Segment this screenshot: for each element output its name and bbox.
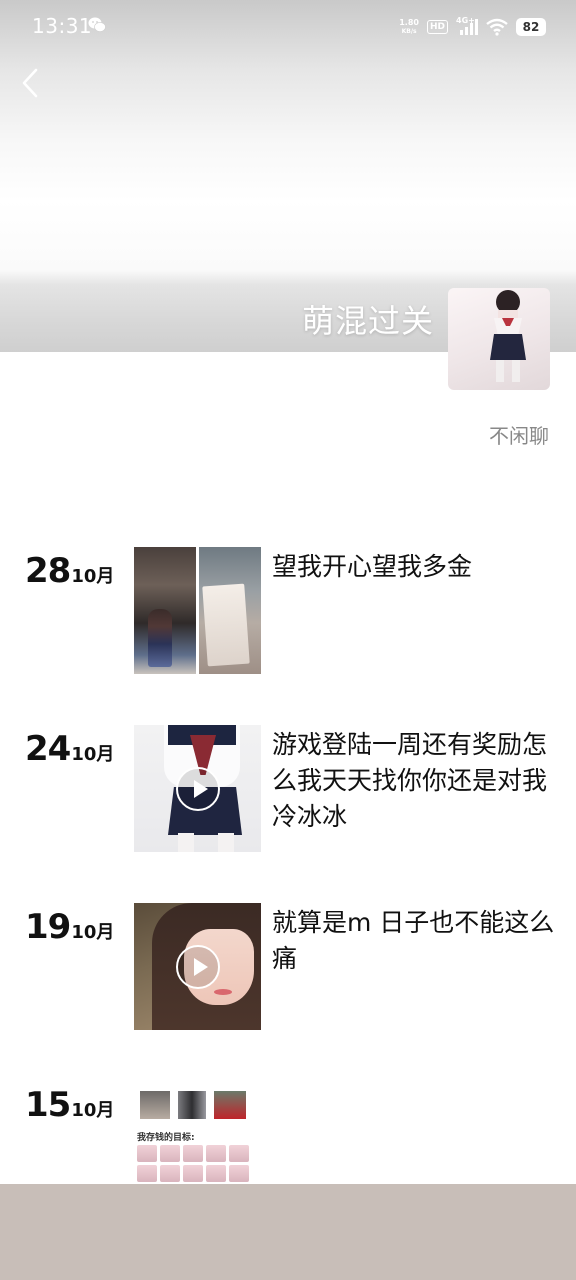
entry-thumbnail[interactable]	[134, 903, 261, 1030]
wifi-icon	[486, 18, 508, 36]
entry-thumbnail[interactable]	[134, 725, 261, 852]
wechat-notification-icon	[88, 17, 106, 32]
entry-date: 19 10月	[25, 907, 114, 947]
entry-thumbnail[interactable]	[134, 547, 261, 674]
image-caption: 我存钱的目标:	[137, 1133, 195, 1143]
play-icon[interactable]	[176, 767, 220, 811]
status-time: 13:31	[32, 14, 93, 38]
net-speed-value: 1.80	[399, 18, 419, 27]
entry-month: 10月	[71, 566, 115, 587]
moment-entry[interactable]: 19 10月 就算是m 日子也不能这么痛	[0, 903, 576, 1033]
entry-day: 15	[25, 1085, 71, 1125]
moment-entry[interactable]: 28 10月 望我开心望我多金	[0, 547, 576, 677]
moment-entry[interactable]: 24 10月 游戏登陆一周还有奖励怎么我天天找你你还是对我冷冰冰	[0, 725, 576, 855]
moments-album-page: 13:31 1.80 KB/s HD 4G+ 82 萌混过关 不闲聊 28 10…	[0, 0, 576, 1280]
chevron-left-icon	[22, 68, 38, 98]
status-bar: 13:31 1.80 KB/s HD 4G+ 82	[0, 0, 576, 54]
play-icon[interactable]	[176, 945, 220, 989]
entry-text: 望我开心望我多金	[272, 552, 473, 581]
entry-date: 15 10月	[25, 1085, 114, 1125]
bottom-overlay-left	[0, 1200, 240, 1280]
entry-date: 24 10月	[25, 729, 114, 769]
entry-day: 19	[25, 907, 71, 947]
entry-day: 28	[25, 551, 71, 591]
hd-badge: HD	[426, 20, 448, 34]
entry-month: 10月	[71, 922, 115, 943]
avatar[interactable]	[448, 288, 550, 390]
profile-signature: 不闲聊	[489, 424, 549, 448]
entry-text: 游戏登陆一周还有奖励怎么我天天找你你还是对我冷冰冰	[272, 730, 548, 831]
net-speed-unit: KB/s	[401, 28, 417, 35]
entry-text: 就算是m 日子也不能这么痛	[272, 908, 555, 973]
net-speed: 1.80 KB/s	[399, 18, 419, 36]
entry-month: 10月	[71, 744, 115, 765]
profile-name: 萌混过关	[301, 302, 434, 340]
cellular-signal-icon: 4G+	[456, 16, 478, 36]
status-indicators: 1.80 KB/s HD 4G+ 82	[399, 14, 546, 40]
entry-date: 28 10月	[25, 551, 114, 591]
entry-month: 10月	[71, 1100, 115, 1121]
battery-indicator: 82	[516, 18, 546, 36]
entry-day: 24	[25, 729, 71, 769]
back-button[interactable]	[16, 62, 50, 104]
